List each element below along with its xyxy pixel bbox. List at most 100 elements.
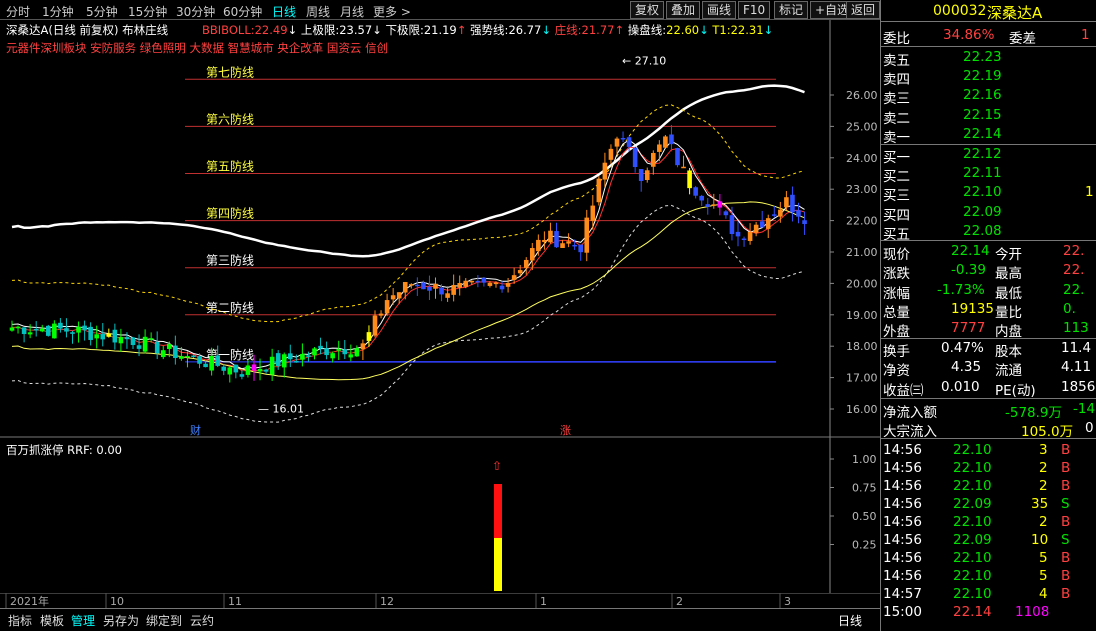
ask-label: 卖一 bbox=[883, 129, 910, 146]
overlay-button[interactable]: 叠加 bbox=[666, 1, 701, 19]
stat-label: 现价 bbox=[883, 247, 910, 263]
t1-line bbox=[11, 139, 805, 370]
tab-bind-to[interactable]: 绑定到 bbox=[146, 612, 182, 629]
ask-row: 卖一 22.14 bbox=[881, 125, 1096, 146]
tab-fenshi[interactable]: 分时 bbox=[6, 3, 30, 20]
weibi-value: 34.86% bbox=[943, 27, 995, 43]
bottom-tabbar: 指标 模板 管理 另存为 绑定到 云约 日线 bbox=[0, 608, 880, 631]
caopan-value: 22.60 bbox=[666, 23, 700, 37]
ask-price: 22.15 bbox=[963, 106, 1002, 123]
indicator-values: BBIBOLL:22.49↓ 上极限:23.57↓ 下极限:21.19↑ 强势线… bbox=[202, 22, 773, 38]
tick-price: 22.10 bbox=[953, 568, 992, 584]
stat-value: -0.39 bbox=[951, 262, 986, 279]
candle-body bbox=[100, 333, 106, 340]
candle-body bbox=[669, 134, 674, 145]
candle-body bbox=[644, 170, 650, 181]
candle-body bbox=[560, 243, 565, 248]
tab-weekly[interactable]: 周线 bbox=[306, 3, 330, 20]
candle-body bbox=[421, 282, 426, 290]
defense-label: 第二防线 bbox=[206, 300, 254, 315]
candle-body bbox=[439, 287, 444, 295]
tick-volume: 3 bbox=[1039, 442, 1048, 458]
candle-body bbox=[239, 374, 245, 377]
tick-price: 22.09 bbox=[953, 496, 992, 512]
tick-time: 14:56 bbox=[883, 550, 922, 566]
stat-label: 总量 bbox=[883, 304, 910, 321]
candle-body bbox=[596, 178, 602, 203]
tab-indicator[interactable]: 指标 bbox=[8, 612, 32, 629]
tab-cloud[interactable]: 云约 bbox=[190, 612, 214, 629]
candle-body bbox=[336, 349, 341, 351]
candle-body bbox=[27, 332, 33, 335]
candle-body bbox=[505, 283, 511, 287]
f10-button[interactable]: F10 bbox=[738, 1, 771, 19]
draw-line-button[interactable]: 画线 bbox=[702, 1, 737, 19]
candle-body bbox=[384, 300, 390, 314]
period-label[interactable]: 日线 bbox=[838, 612, 862, 629]
candle-body bbox=[705, 204, 711, 207]
tab-30min[interactable]: 30分钟 bbox=[176, 3, 215, 20]
tab-save-as[interactable]: 另存为 bbox=[103, 612, 139, 629]
fund-value: 1856 bbox=[1061, 378, 1096, 395]
tab-template[interactable]: 模板 bbox=[40, 612, 64, 629]
candle-body bbox=[463, 280, 469, 287]
fuquan-button[interactable]: 复权 bbox=[630, 1, 665, 19]
tab-monthly[interactable]: 月线 bbox=[340, 3, 364, 20]
bid-price: 22.11 bbox=[963, 165, 1002, 182]
candle-body bbox=[602, 162, 608, 180]
lower-value: 21.19 bbox=[423, 23, 457, 37]
tick-row: 15:00 22.14 1108 bbox=[881, 603, 1096, 622]
tick-volume: 35 bbox=[1031, 496, 1049, 512]
upper-arrow: ↓ bbox=[372, 23, 382, 37]
tab-daily[interactable]: 日线 bbox=[272, 3, 296, 20]
stat-row: 总量 19135 量比 0. bbox=[881, 300, 1096, 321]
main-kline-chart[interactable]: 第七防线第六防线第五防线第四防线第三防线第二防线第一防线 26.0025.002… bbox=[0, 20, 880, 438]
tab-5min[interactable]: 5分钟 bbox=[86, 3, 118, 20]
cai-marker: 财 bbox=[190, 423, 201, 437]
tick-row: 14:56 22.09 35 S bbox=[881, 495, 1096, 514]
candle-body bbox=[620, 137, 626, 140]
stat-row: 外盘 7777 内盘 113 bbox=[881, 319, 1096, 340]
block-value: 105.0万 bbox=[1021, 424, 1074, 440]
candle-body bbox=[281, 354, 287, 368]
candle-body bbox=[530, 248, 535, 261]
tab-15min[interactable]: 15分钟 bbox=[128, 3, 167, 20]
sub-indicator-chart[interactable]: 1.00 0.75 0.50 0.25 ⇧ bbox=[0, 438, 880, 593]
stat-value: 19135 bbox=[951, 300, 994, 317]
candle-body bbox=[82, 325, 87, 330]
tick-volume: 4 bbox=[1039, 586, 1048, 602]
price-tick-label: 21.00 bbox=[846, 246, 878, 259]
more-button[interactable]: 更多 > bbox=[373, 3, 411, 20]
date-tick-label: 2021年 bbox=[10, 594, 49, 608]
tick-price: 22.10 bbox=[953, 586, 992, 602]
tab-1min[interactable]: 1分钟 bbox=[42, 3, 74, 20]
candle-body bbox=[590, 205, 596, 221]
bbiboll-label: BBIBOLL: bbox=[202, 23, 255, 37]
candle-body bbox=[185, 356, 190, 358]
tab-manage[interactable]: 管理 bbox=[71, 612, 95, 629]
candle-body bbox=[402, 282, 408, 293]
fund-value: 0.47% bbox=[941, 340, 984, 356]
bbiboll-arrow: ↓ bbox=[287, 23, 298, 37]
ask-price: 22.14 bbox=[963, 125, 1002, 142]
high-price-label: ← 27.10 bbox=[622, 54, 666, 67]
tick-direction: B bbox=[1061, 550, 1071, 566]
back-button[interactable]: 返回 bbox=[846, 1, 881, 19]
sub-tick-label: 0.75 bbox=[852, 482, 877, 495]
candle-body bbox=[366, 332, 372, 341]
candle-body bbox=[257, 368, 263, 372]
candle-body bbox=[372, 315, 378, 336]
fund-row: 换手 0.47% 股本 11.4 bbox=[881, 339, 1096, 360]
candle-body bbox=[324, 348, 329, 356]
bid-price: 22.10 bbox=[963, 184, 1002, 201]
tick-row: 14:56 22.10 3 B bbox=[881, 441, 1096, 460]
sub-tick-label: 1.00 bbox=[852, 453, 877, 466]
tick-price: 22.14 bbox=[953, 604, 992, 620]
bid-volume: 1 bbox=[1085, 184, 1094, 201]
candle-body bbox=[499, 285, 505, 290]
mark-button[interactable]: 标记 bbox=[774, 1, 809, 19]
tick-time: 14:56 bbox=[883, 478, 922, 494]
candle-body bbox=[245, 365, 251, 375]
tab-60min[interactable]: 60分钟 bbox=[223, 3, 262, 20]
zhuang-value: 21.77 bbox=[581, 23, 615, 37]
